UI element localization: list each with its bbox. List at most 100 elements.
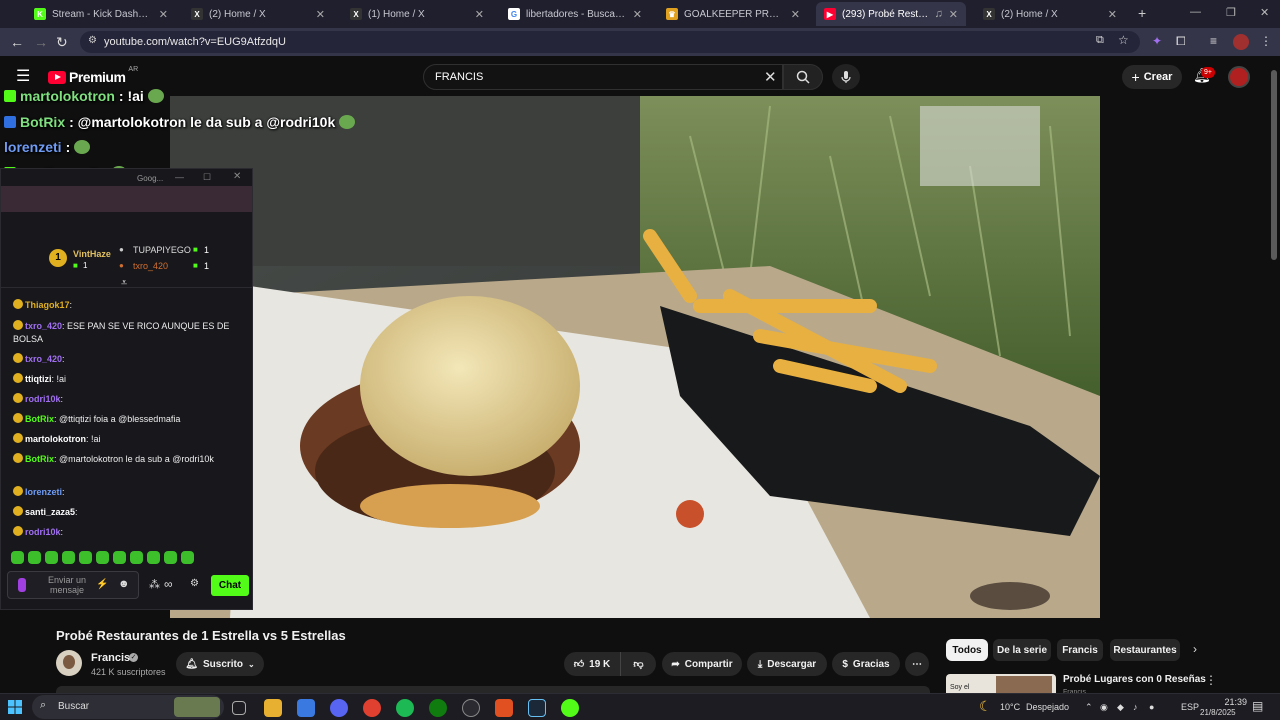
bookmark-star-icon[interactable]: ☆ (1118, 33, 1129, 47)
chat-username[interactable]: rodri10k (25, 527, 61, 537)
filter-chip[interactable]: Francis (1057, 639, 1103, 661)
new-tab-button[interactable]: + (1138, 5, 1146, 21)
chat-username[interactable]: BotRix (25, 414, 54, 424)
windows-start-icon[interactable] (8, 700, 22, 714)
obs-icon[interactable] (462, 699, 480, 717)
translate-icon[interactable]: ⚡ (96, 579, 108, 590)
browser-tab[interactable]: ▶ (293) Probé Restaurantes d ♫ ✕ (816, 2, 966, 26)
search-button[interactable] (783, 64, 823, 90)
chat-username[interactable]: txro_420 (25, 321, 62, 331)
channel-name[interactable]: Francis (91, 652, 130, 664)
emote-icon[interactable] (147, 551, 160, 564)
filter-chip[interactable]: Todos (946, 639, 988, 661)
discord-icon[interactable] (330, 699, 348, 717)
file-explorer-icon[interactable] (264, 699, 282, 717)
maximize-icon[interactable]: ❐ (1226, 6, 1236, 19)
chat-username[interactable]: Thiagok17 (25, 300, 70, 310)
like-button[interactable]: 👍︎ 19 K (564, 652, 620, 676)
kick-icon[interactable] (561, 699, 579, 717)
browser-menu-icon[interactable]: ⋮ (1260, 34, 1272, 48)
clear-search-icon[interactable]: ✕ (764, 68, 777, 86)
chat-input[interactable]: Enviar un mensaje ⚡ ☻ (7, 571, 139, 599)
video-player[interactable] (170, 96, 1100, 618)
chat-username[interactable]: ttiqtizi (25, 374, 52, 384)
emote-icon[interactable] (113, 551, 126, 564)
emote-icon[interactable] (28, 551, 41, 564)
close-window-icon[interactable]: ✕ (1260, 6, 1269, 19)
tab-close-icon[interactable]: ✕ (475, 8, 484, 21)
weather-temp[interactable]: 10°C (1000, 702, 1020, 712)
tab-close-icon[interactable]: ✕ (1108, 8, 1117, 21)
hamburger-menu-icon[interactable]: ☰ (16, 66, 30, 86)
tab-audio-icon[interactable]: ♫ (935, 8, 943, 20)
emote-icon[interactable] (62, 551, 75, 564)
notification-center-icon[interactable]: ▤ (1252, 699, 1263, 713)
url-field[interactable]: ⚙ youtube.com/watch?v=EUG9AtfzdqU ⧉ ☆ (80, 31, 1140, 53)
download-button[interactable]: ⤓ Descargar (747, 652, 827, 676)
reload-icon[interactable]: ↻ (56, 34, 68, 51)
task-view-icon[interactable] (232, 701, 246, 715)
browser-tab[interactable]: K Stream - Kick Dashboard ✕ (26, 2, 176, 26)
spotify-icon[interactable] (396, 699, 414, 717)
tab-close-icon[interactable]: ✕ (316, 8, 325, 21)
chat-username[interactable]: santi_zaza5 (25, 507, 75, 517)
filter-chip[interactable]: Restaurantes (1110, 639, 1180, 661)
chrome-icon[interactable] (363, 699, 381, 717)
active-app-icon[interactable] (495, 699, 513, 717)
youtube-logo[interactable]: Premium AR (48, 66, 138, 85)
browser-tab[interactable]: X (2) Home / X ✕ (975, 2, 1125, 26)
steam-icon[interactable] (528, 699, 546, 717)
emote-icon[interactable] (181, 551, 194, 564)
chat-username[interactable]: txro_420 (25, 354, 62, 364)
site-info-icon[interactable]: ⚙ (88, 35, 97, 46)
tab-close-icon[interactable]: ✕ (791, 8, 800, 21)
channel-avatar[interactable] (56, 650, 82, 676)
browser-tab[interactable]: X (2) Home / X ✕ (183, 2, 333, 26)
emote-icon[interactable] (11, 551, 24, 564)
emoji-icon[interactable]: ☻ (118, 578, 130, 590)
more-vertical-icon[interactable]: ⋮ (1205, 673, 1217, 687)
browser-tab[interactable]: Glibertadores - Buscar con Goog ✕ (500, 2, 650, 26)
tab-close-icon[interactable]: ✕ (633, 8, 642, 21)
voice-search-button[interactable] (832, 64, 860, 90)
weather-desc[interactable]: Despejado (1026, 702, 1069, 712)
create-button[interactable]: + Crear (1122, 65, 1182, 89)
chevron-right-icon[interactable]: › (1193, 642, 1197, 656)
settings-gear-icon[interactable]: ⚙ (190, 578, 199, 589)
microphone-icon[interactable] (18, 578, 26, 592)
chat-username[interactable]: lorenzeti (25, 487, 62, 497)
install-icon[interactable]: ⧉ (1096, 34, 1104, 47)
rewards-icon[interactable]: ⁂ (149, 578, 160, 591)
mic-tray-icon[interactable]: ♪ (1133, 702, 1138, 712)
description-box[interactable] (56, 686, 930, 693)
emote-bar[interactable] (11, 551, 201, 565)
tray-app-icon[interactable]: ◆ (1117, 702, 1124, 713)
clock-date[interactable]: 21/8/2025 (1200, 708, 1236, 717)
reading-list-icon[interactable]: ≡ (1210, 34, 1217, 48)
tray-app-icon[interactable]: ◉ (1100, 702, 1108, 713)
dislike-button[interactable]: 👎︎ (620, 652, 656, 676)
back-icon[interactable]: ← (10, 34, 24, 50)
chat-username[interactable]: BotRix (25, 454, 54, 464)
recommended-thumbnail[interactable]: Soy el (946, 674, 1056, 693)
emote-icon[interactable] (45, 551, 58, 564)
chat-username[interactable]: martolokotron (25, 434, 86, 444)
xbox-icon[interactable] (429, 699, 447, 717)
browser-tab[interactable]: ♛ GOALKEEPER PREMIER free onl ✕ (658, 2, 808, 26)
emote-icon[interactable] (96, 551, 109, 564)
tray-app-icon[interactable]: ● (1149, 702, 1154, 712)
expand-leaderboard-icon[interactable]: ⩡ (121, 277, 127, 290)
chat-send-button[interactable]: Chat (211, 575, 249, 596)
chat-username[interactable]: rodri10k (25, 394, 61, 404)
thanks-button[interactable]: $ Gracias (832, 652, 900, 676)
popup-minimize-icon[interactable]: — (175, 172, 184, 182)
tab-close-icon[interactable]: ✕ (949, 8, 958, 21)
emote-icon[interactable] (130, 551, 143, 564)
tab-close-icon[interactable]: ✕ (159, 8, 168, 21)
taskbar-search[interactable]: ⌕ Buscar (32, 695, 224, 719)
emote-icon[interactable] (79, 551, 92, 564)
store-icon[interactable] (297, 699, 315, 717)
page-scrollbar[interactable] (1271, 70, 1277, 260)
language-indicator[interactable]: ESP (1181, 702, 1199, 712)
subscribed-button[interactable]: 🔔︎ Suscrito ⌄ (176, 652, 264, 676)
